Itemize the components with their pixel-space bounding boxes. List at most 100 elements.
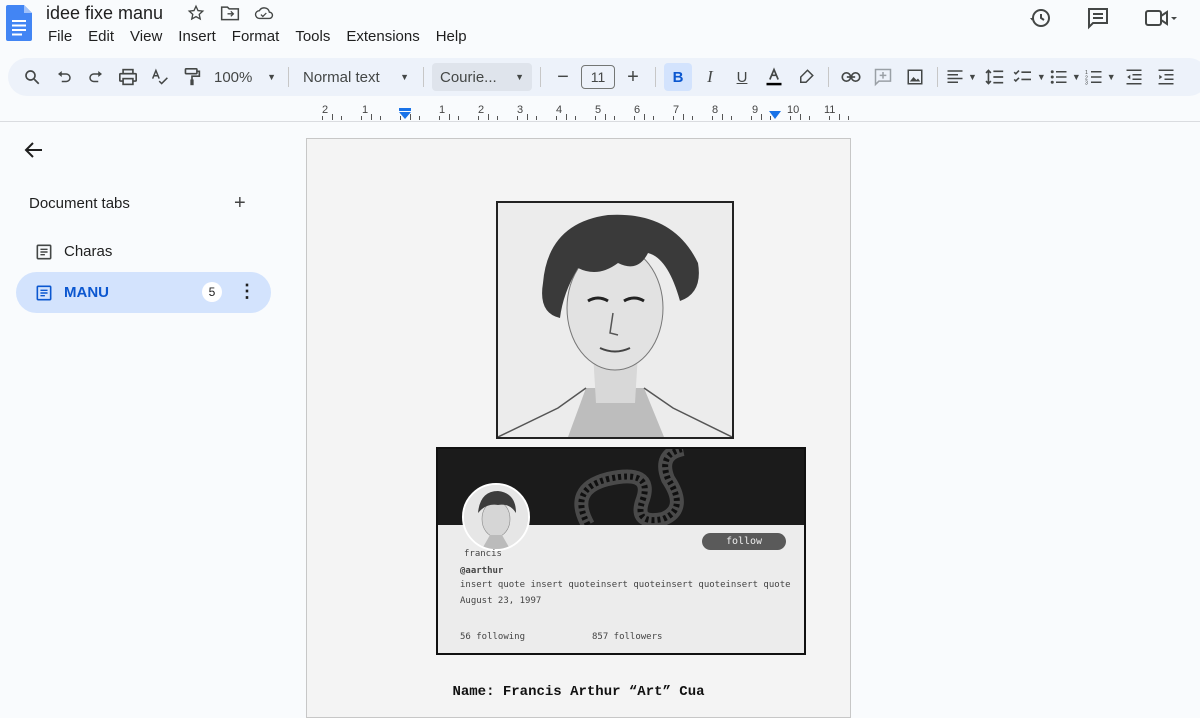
profile-card-image[interactable]: follow francis @aarthur insert quote ins… <box>436 447 806 655</box>
checklist-icon[interactable]: ▼ <box>1013 63 1046 91</box>
print-icon[interactable] <box>114 63 142 91</box>
ruler-tick <box>419 116 421 120</box>
ruler-tick <box>536 116 538 120</box>
ruler-tick <box>516 116 518 120</box>
ruler-tick <box>370 114 372 120</box>
ruler-tick <box>575 116 577 120</box>
font-select[interactable]: Courie... ▼ <box>432 63 532 91</box>
menu-extensions[interactable]: Extensions <box>338 26 427 47</box>
top-bar: idee fixe manu File Edit View Insert For… <box>0 0 1200 56</box>
chevron-down-icon: ▼ <box>267 72 276 82</box>
chevron-down-icon: ▼ <box>1036 72 1046 82</box>
more-vert-icon[interactable]: ⋮ <box>238 281 256 302</box>
ruler-label: 2 <box>322 104 329 116</box>
highlighter-icon[interactable] <box>792 63 820 91</box>
search-icon[interactable] <box>18 63 46 91</box>
tab-charas[interactable]: Charas <box>16 231 271 272</box>
top-right-actions <box>1028 6 1178 30</box>
align-icon[interactable]: ▼ <box>946 63 977 91</box>
tab-label: MANU <box>64 284 109 301</box>
back-arrow-icon[interactable] <box>22 138 46 167</box>
ruler-label: 3 <box>517 104 524 116</box>
ruler-tick <box>828 116 830 120</box>
menu-file[interactable]: File <box>40 26 80 47</box>
ruler-tick <box>487 114 489 120</box>
ruler-label: 4 <box>556 104 563 116</box>
link-icon[interactable] <box>837 63 865 91</box>
decrease-font-size-button[interactable]: − <box>549 63 577 91</box>
menu-help[interactable]: Help <box>428 26 475 47</box>
zoom-select[interactable]: 100% ▼ <box>210 63 280 91</box>
meet-icon[interactable] <box>1144 6 1178 30</box>
add-comment-icon[interactable] <box>869 63 897 91</box>
divider <box>423 67 424 87</box>
italic-button[interactable]: I <box>696 63 724 91</box>
document-title[interactable]: idee fixe manu <box>46 3 163 24</box>
ruler-tick <box>448 114 450 120</box>
ruler-tick <box>458 116 460 120</box>
ruler-tick <box>380 116 382 120</box>
menu-edit[interactable]: Edit <box>80 26 122 47</box>
redo-icon[interactable] <box>82 63 110 91</box>
docs-logo-icon[interactable] <box>6 5 32 41</box>
bold-button[interactable]: B <box>664 63 692 91</box>
portrait-image[interactable] <box>496 201 734 439</box>
ruler[interactable]: 2 1 1 2 3 4 5 6 7 8 9 10 11 <box>306 100 852 122</box>
card-following: 56 following <box>460 632 526 642</box>
name-line: Name: Francis Arthur “Art” Cua <box>452 684 705 700</box>
chevron-down-icon: ▼ <box>1106 72 1116 82</box>
tab-manu[interactable]: MANU 5 ⋮ <box>16 272 271 313</box>
document-page[interactable]: follow francis @aarthur insert quote ins… <box>306 138 851 718</box>
numbered-list-icon[interactable]: 1 2 3 ▼ <box>1085 63 1116 91</box>
menu-insert[interactable]: Insert <box>170 26 224 47</box>
star-icon[interactable] <box>186 3 206 23</box>
ruler-label: 10 <box>787 104 800 116</box>
cloud-saved-icon[interactable] <box>254 3 274 23</box>
ruler-tick <box>731 116 733 120</box>
ruler-tick <box>497 116 499 120</box>
avatar <box>462 483 530 551</box>
text-color-icon[interactable] <box>760 63 788 91</box>
ruler-tick <box>360 116 362 120</box>
ruler-label: 1 <box>439 104 446 116</box>
history-icon[interactable] <box>1028 6 1052 30</box>
ruler-tick <box>760 114 762 120</box>
image-icon[interactable] <box>901 63 929 91</box>
svg-text:3: 3 <box>1085 81 1088 87</box>
line-spacing-icon[interactable] <box>981 63 1009 91</box>
move-folder-icon[interactable] <box>220 3 240 23</box>
increase-indent-icon[interactable] <box>1152 63 1180 91</box>
paragraph-style-select[interactable]: Normal text ▼ <box>297 63 415 91</box>
decrease-indent-icon[interactable] <box>1120 63 1148 91</box>
card-handle: @aarthur <box>460 566 504 576</box>
comment-icon[interactable] <box>1086 6 1110 30</box>
divider <box>288 67 289 87</box>
document-icon <box>36 244 52 260</box>
underline-button[interactable]: U <box>728 63 756 91</box>
ruler-label: 1 <box>362 104 369 116</box>
font-size-input[interactable]: 11 <box>581 65 615 89</box>
card-followers: 857 followers <box>592 632 663 642</box>
follow-button[interactable]: follow <box>702 533 786 550</box>
ruler-tick <box>321 116 323 120</box>
spellcheck-icon[interactable] <box>146 63 174 91</box>
undo-icon[interactable] <box>50 63 78 91</box>
menu-tools[interactable]: Tools <box>287 26 338 47</box>
font-value: Courie... <box>440 68 497 86</box>
card-display-name: francis <box>464 549 502 559</box>
ruler-tick <box>770 116 772 120</box>
ruler-tick <box>643 114 645 120</box>
plus-icon[interactable]: + <box>234 192 246 215</box>
title-actions <box>186 3 274 23</box>
ruler-tick <box>604 114 606 120</box>
menu-format[interactable]: Format <box>224 26 288 47</box>
paint-format-icon[interactable] <box>178 63 206 91</box>
chevron-down-icon: ▼ <box>1071 72 1081 82</box>
chevron-down-icon: ▼ <box>515 72 524 82</box>
bullet-list-icon[interactable]: ▼ <box>1050 63 1081 91</box>
ruler-tick <box>789 116 791 120</box>
menu-view[interactable]: View <box>122 26 170 47</box>
ruler-tick <box>721 114 723 120</box>
ruler-tick <box>341 116 343 120</box>
increase-font-size-button[interactable]: + <box>619 63 647 91</box>
